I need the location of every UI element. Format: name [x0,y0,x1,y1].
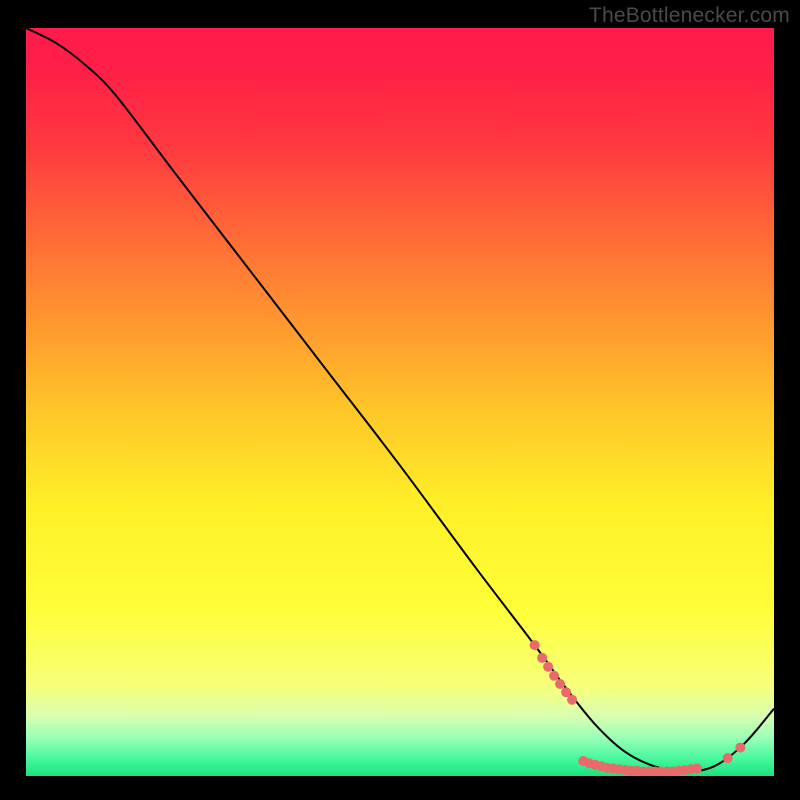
chart-frame: TheBottlenecker.com [0,0,800,800]
chart-svg [26,28,774,776]
marker-dot [543,662,553,672]
marker-dot [555,679,565,689]
attribution-text: TheBottlenecker.com [589,4,790,28]
marker-dot [692,764,702,774]
marker-dot [735,743,745,753]
marker-dot [567,695,577,705]
plot-area [26,28,774,776]
marker-dot [537,653,547,663]
plot-background [26,28,774,776]
marker-dot [723,753,733,763]
marker-dot [549,671,559,681]
marker-dot [530,640,540,650]
